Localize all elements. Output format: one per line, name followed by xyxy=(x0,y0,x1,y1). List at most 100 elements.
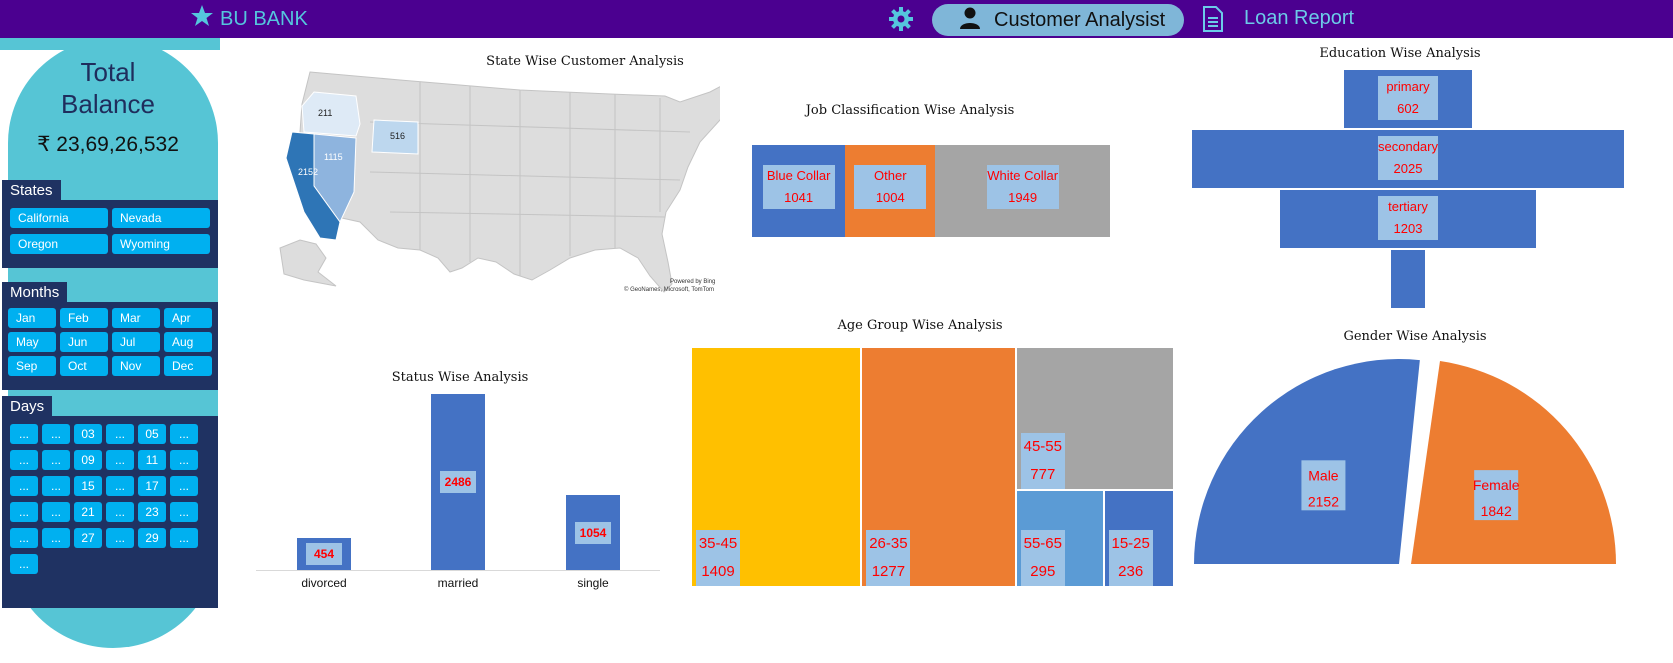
gear-icon[interactable] xyxy=(888,6,914,37)
tab-customer-analysist[interactable]: Customer Analysist xyxy=(932,4,1184,36)
us-map: 211 516 1115 2152 Powered by Bing © GeoN… xyxy=(279,71,720,293)
month-button[interactable]: Jul xyxy=(112,332,160,352)
job-data-label: White Collar 1949 xyxy=(986,165,1059,209)
day-button[interactable]: 23 xyxy=(138,502,166,522)
day-button[interactable]: ... xyxy=(170,424,198,444)
months-slicer: Jan Feb Mar Apr May Jun Jul Aug Sep Oct … xyxy=(2,302,218,390)
month-button[interactable]: Oct xyxy=(60,356,108,376)
day-button[interactable]: ... xyxy=(170,476,198,496)
gender-value-label: 2152 xyxy=(1308,493,1339,509)
job-category-label: Other xyxy=(874,168,907,183)
day-button[interactable]: ... xyxy=(10,424,38,444)
day-button[interactable]: ... xyxy=(170,450,198,470)
age-data-label: 26-35 1277 xyxy=(866,530,911,586)
day-button[interactable]: 11 xyxy=(138,450,166,470)
gender-value-label: 1842 xyxy=(1481,503,1512,519)
top-bar: BU BANK Customer Analysist Loan Report xyxy=(0,0,1673,38)
education-value-label: 602 xyxy=(1397,101,1419,116)
state-value-nevada: 1115 xyxy=(324,152,343,162)
education-chart-title: Education Wise Analysis xyxy=(1319,46,1481,61)
education-data-label: primary 602 xyxy=(1378,76,1438,120)
day-button[interactable]: ... xyxy=(42,528,70,548)
month-button[interactable]: Jan xyxy=(8,308,56,328)
day-button[interactable]: 15 xyxy=(74,476,102,496)
day-button[interactable]: ... xyxy=(10,450,38,470)
day-button[interactable]: 09 xyxy=(74,450,102,470)
gender-chart-title: Gender Wise Analysis xyxy=(1343,329,1487,344)
state-button[interactable]: California xyxy=(10,208,108,228)
month-button[interactable]: Apr xyxy=(164,308,212,328)
alaska xyxy=(279,239,337,287)
day-button[interactable]: ... xyxy=(42,502,70,522)
day-button[interactable]: ... xyxy=(10,502,38,522)
state-button[interactable]: Oregon xyxy=(10,234,108,254)
education-value-label: 2025 xyxy=(1393,161,1423,176)
age-chart-title: Age Group Wise Analysis xyxy=(837,318,1003,333)
month-button[interactable]: Nov xyxy=(112,356,160,376)
state-button[interactable]: Wyoming xyxy=(112,234,210,254)
day-button[interactable]: 03 xyxy=(74,424,102,444)
state-value-california: 2152 xyxy=(298,167,318,177)
age-data-label: 55-65 295 xyxy=(1020,530,1065,586)
education-data-label: tertiary 1203 xyxy=(1378,196,1438,240)
month-button[interactable]: Jun xyxy=(60,332,108,352)
brand[interactable]: BU BANK xyxy=(190,4,308,34)
month-button[interactable]: Sep xyxy=(8,356,56,376)
day-button[interactable]: 21 xyxy=(74,502,102,522)
total-balance-title: Total Balance xyxy=(0,56,216,120)
tab-loan-report[interactable]: Loan Report xyxy=(1244,7,1354,30)
day-button[interactable]: ... xyxy=(106,476,134,496)
age-category-label: 35-45 xyxy=(698,535,738,552)
day-button[interactable]: ... xyxy=(42,450,70,470)
day-button[interactable]: 29 xyxy=(138,528,166,548)
total-title-line1: Total xyxy=(80,57,136,87)
day-button[interactable]: ... xyxy=(42,476,70,496)
day-button[interactable]: ... xyxy=(42,424,70,444)
day-button[interactable]: 17 xyxy=(138,476,166,496)
education-value-label: 1203 xyxy=(1393,221,1423,236)
age-data-label: 35-45 1409 xyxy=(696,530,740,586)
job-category-label: Blue Collar xyxy=(766,168,831,183)
month-button[interactable]: Dec xyxy=(164,356,212,376)
day-button[interactable]: ... xyxy=(10,528,38,548)
age-category-label: 26-35 xyxy=(869,535,908,552)
education-category-label: primary xyxy=(1386,79,1430,94)
status-chart-title: Status Wise Analysis xyxy=(391,370,529,385)
day-button[interactable]: 05 xyxy=(138,424,166,444)
job-value-label: 1041 xyxy=(784,190,814,205)
day-button[interactable]: ... xyxy=(106,450,134,470)
day-button[interactable]: 27 xyxy=(74,528,102,548)
job-value-label: 1004 xyxy=(875,190,905,205)
day-button[interactable]: ... xyxy=(106,528,134,548)
month-button[interactable]: Aug xyxy=(164,332,212,352)
gender-category-label: Male xyxy=(1308,467,1339,483)
state-button[interactable]: Nevada xyxy=(112,208,210,228)
month-button[interactable]: May xyxy=(8,332,56,352)
day-button[interactable]: ... xyxy=(10,554,38,574)
gender-slice xyxy=(1411,361,1616,564)
status-value-label: 1054 xyxy=(575,521,611,544)
map-credit-2: © GeoNames, Microsoft, TomTom xyxy=(624,286,714,293)
sidebar: Total Balance ₹ 23,69,26,532 States Cali… xyxy=(0,38,220,663)
day-button[interactable]: ... xyxy=(106,502,134,522)
day-button[interactable]: ... xyxy=(10,476,38,496)
map-credit-1: Powered by Bing xyxy=(670,279,715,285)
month-button[interactable]: Mar xyxy=(112,308,160,328)
status-value-label: 2486 xyxy=(440,471,476,493)
us-map-base xyxy=(299,71,720,293)
states-slicer: California Nevada Oregon Wyoming xyxy=(2,200,218,268)
day-button[interactable]: ... xyxy=(170,528,198,548)
job-value-label: 1949 xyxy=(1008,190,1038,205)
job-data-label: Other 1004 xyxy=(854,165,927,209)
job-data-label: Blue Collar 1041 xyxy=(762,165,835,209)
gender-category-label: Female xyxy=(1473,477,1520,493)
status-category-label: married xyxy=(437,576,479,590)
brand-name: BU BANK xyxy=(220,7,308,30)
education-category-label: tertiary xyxy=(1388,199,1428,214)
month-button[interactable]: Feb xyxy=(60,308,108,328)
day-button[interactable]: ... xyxy=(170,502,198,522)
document-icon[interactable] xyxy=(1202,6,1224,37)
day-button[interactable]: ... xyxy=(106,424,134,444)
state-value-oregon: 211 xyxy=(318,108,332,118)
sidebar-top-strip xyxy=(0,38,220,50)
